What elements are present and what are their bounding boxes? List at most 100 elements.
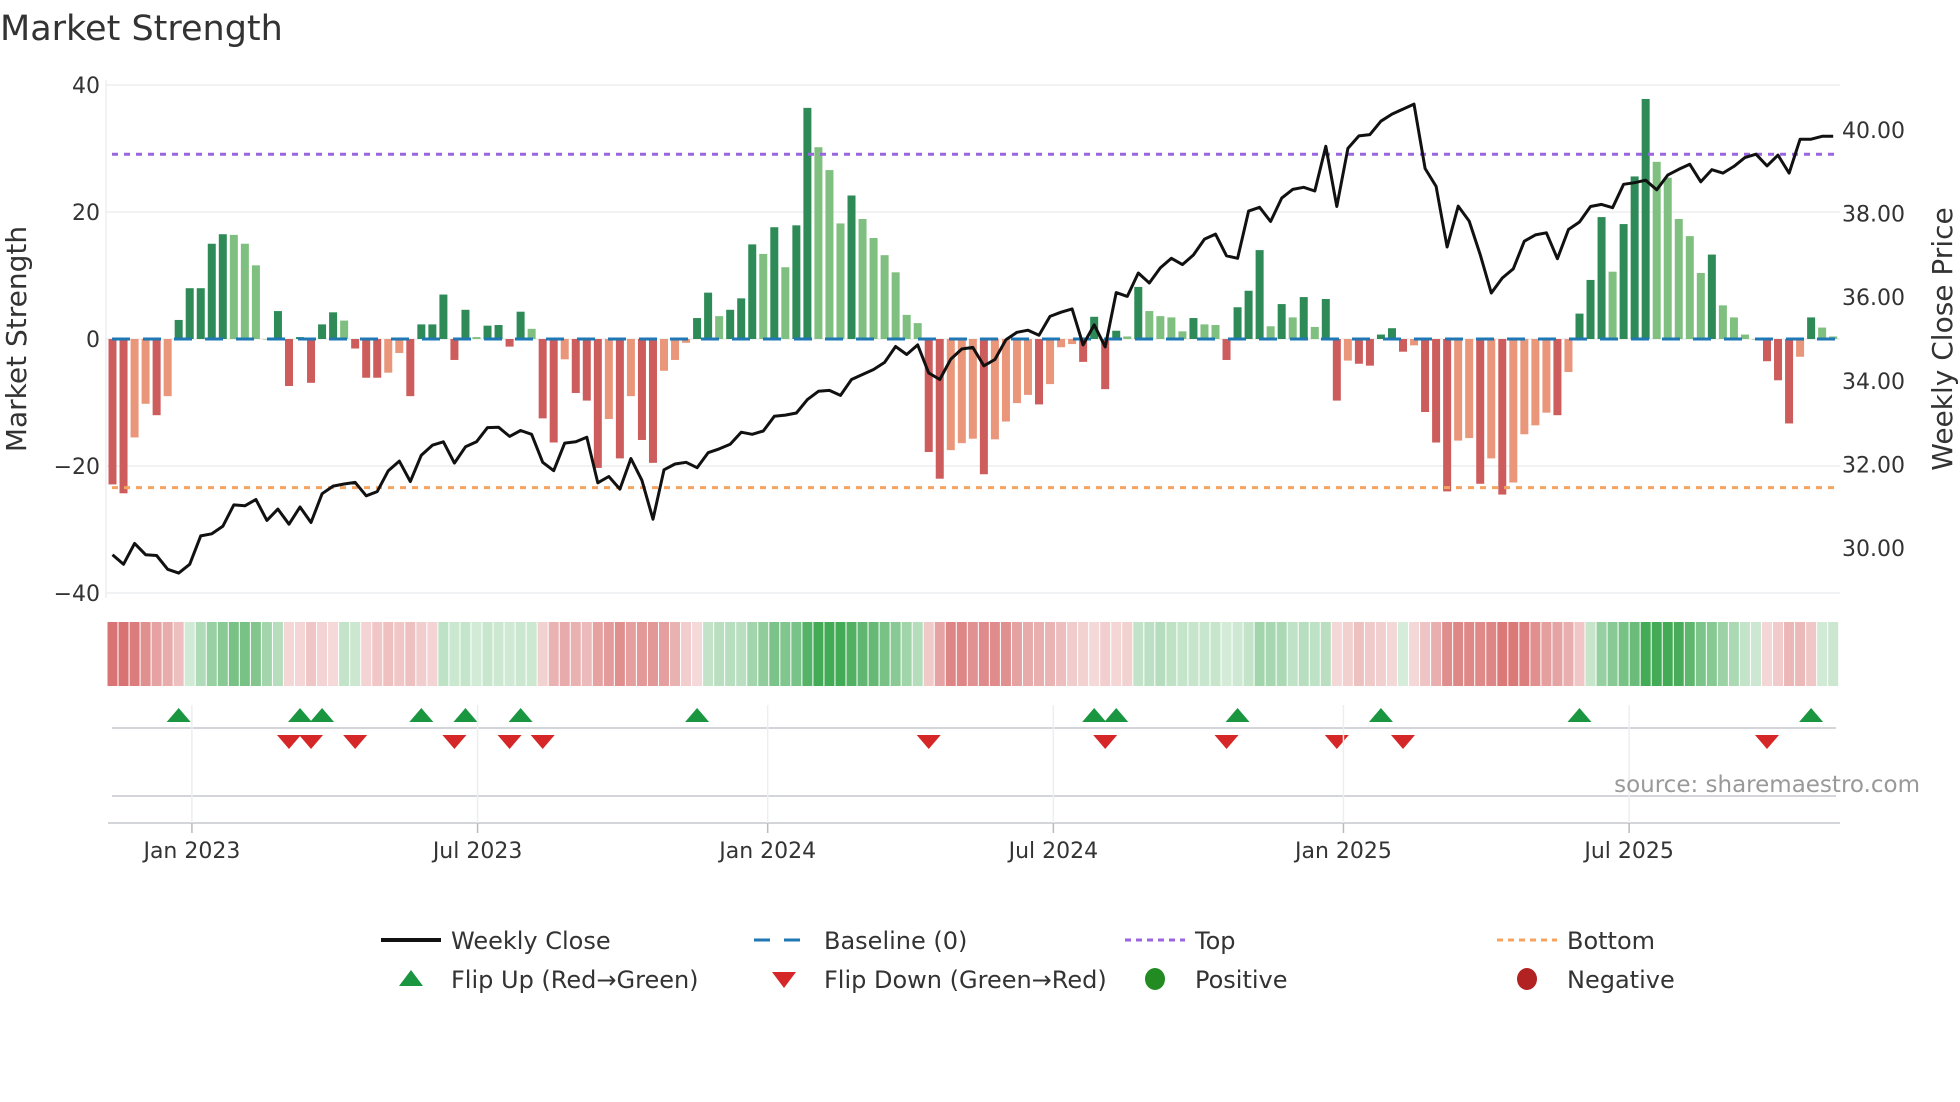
strength-bar bbox=[1288, 317, 1297, 339]
strip-cell bbox=[636, 622, 647, 686]
strip-cell bbox=[228, 622, 239, 686]
negative-dot-icon bbox=[1517, 968, 1537, 990]
source-label: source: sharemaestro.com bbox=[1614, 772, 1920, 798]
strip-cell bbox=[1828, 622, 1839, 686]
right-axis-title: Weekly Close Price bbox=[1926, 207, 1959, 470]
strip-cell bbox=[129, 622, 140, 686]
strip-cell bbox=[173, 622, 184, 686]
flip-up-marker bbox=[1567, 708, 1592, 722]
strength-bar bbox=[913, 323, 922, 339]
flip-down-marker bbox=[916, 735, 941, 749]
legend-label: Flip Down (Green→Red) bbox=[824, 966, 1107, 994]
strength-bar bbox=[538, 339, 547, 419]
strip-cell bbox=[670, 622, 681, 686]
y2-tick-label: 38.00 bbox=[1842, 203, 1905, 228]
strength-bar bbox=[604, 339, 613, 420]
strength-bar bbox=[1454, 339, 1463, 441]
strength-bar bbox=[792, 225, 801, 339]
strength-bar bbox=[1796, 339, 1805, 357]
strip-cell bbox=[835, 622, 846, 686]
strip-cell bbox=[681, 622, 692, 686]
strip-cell bbox=[1651, 622, 1662, 686]
strip-cell bbox=[1706, 622, 1717, 686]
strip-cell bbox=[769, 622, 780, 686]
strip-cell bbox=[1078, 622, 1089, 686]
x-tick-label: Jul 2023 bbox=[431, 839, 523, 864]
strip-cell bbox=[912, 622, 923, 686]
strip-cell bbox=[405, 622, 416, 686]
strip-cell bbox=[482, 622, 493, 686]
strength-bar bbox=[1586, 279, 1595, 339]
flip-down-marker bbox=[276, 735, 301, 749]
strip-cell bbox=[317, 622, 328, 686]
strength-heat-strip bbox=[107, 622, 1839, 686]
strip-cell bbox=[1188, 622, 1199, 686]
flip-down-marker bbox=[1093, 735, 1118, 749]
strip-cell bbox=[1662, 622, 1673, 686]
strip-cell bbox=[1607, 622, 1618, 686]
strength-bar bbox=[108, 339, 117, 485]
strength-bar bbox=[1244, 290, 1253, 339]
strength-bar bbox=[1718, 305, 1727, 339]
strength-bar bbox=[869, 238, 878, 339]
legend-label: Weekly Close bbox=[451, 927, 611, 955]
legend-label: Baseline (0) bbox=[824, 927, 967, 955]
strength-bar bbox=[362, 339, 371, 378]
flip-up-marker bbox=[453, 708, 478, 722]
strip-cell bbox=[901, 622, 912, 686]
strip-cell bbox=[791, 622, 802, 686]
strip-cell bbox=[857, 622, 868, 686]
strip-cell bbox=[416, 622, 427, 686]
strength-bar bbox=[1222, 339, 1231, 360]
strength-bar bbox=[1189, 318, 1198, 339]
flip-up-marker bbox=[310, 708, 335, 722]
strength-bar bbox=[185, 288, 194, 339]
strip-cell bbox=[438, 622, 449, 686]
flip-up-marker bbox=[685, 708, 710, 722]
flip-up-marker bbox=[1225, 708, 1250, 722]
strip-cell bbox=[1155, 622, 1166, 686]
strip-cell bbox=[1045, 622, 1056, 686]
flip-up-marker bbox=[1368, 708, 1393, 722]
strength-bar bbox=[218, 234, 227, 339]
strength-bar bbox=[648, 339, 657, 463]
strength-bar bbox=[1696, 272, 1705, 339]
flip-up-marker bbox=[1082, 708, 1107, 722]
strip-cell bbox=[614, 622, 625, 686]
flip-down-marker bbox=[1755, 735, 1779, 749]
strip-cell bbox=[140, 622, 151, 686]
strength-bar bbox=[1531, 339, 1540, 426]
strength-bar bbox=[957, 339, 966, 444]
strip-cell bbox=[1817, 622, 1828, 686]
strip-cell bbox=[1420, 622, 1431, 686]
y-tick-label: 40 bbox=[72, 74, 100, 99]
strength-bar bbox=[1145, 311, 1154, 339]
y2-tick-label: 34.00 bbox=[1842, 370, 1905, 395]
strip-cell bbox=[1022, 622, 1033, 686]
flip-up-marker bbox=[166, 708, 191, 722]
strength-bar bbox=[284, 339, 293, 386]
strip-cell bbox=[394, 622, 405, 686]
strip-cell bbox=[1431, 622, 1442, 686]
strip-cell bbox=[1684, 622, 1695, 686]
strength-bar bbox=[704, 292, 713, 339]
strength-bar bbox=[924, 339, 933, 453]
strip-cell bbox=[118, 622, 129, 686]
strip-cell bbox=[239, 622, 250, 686]
strip-cell bbox=[1331, 622, 1342, 686]
strip-cell bbox=[592, 622, 603, 686]
strip-cell bbox=[206, 622, 217, 686]
strength-bar bbox=[251, 265, 260, 339]
strip-cell bbox=[1122, 622, 1133, 686]
strength-bar bbox=[1167, 317, 1176, 339]
y2-tick-label: 32.00 bbox=[1842, 453, 1905, 478]
strip-cell bbox=[1320, 622, 1331, 686]
strength-bar bbox=[693, 318, 702, 339]
strength-bar bbox=[1421, 339, 1430, 413]
strength-bar bbox=[748, 244, 757, 339]
strip-cell bbox=[295, 622, 306, 686]
strip-cell bbox=[570, 622, 581, 686]
strength-bar bbox=[560, 339, 569, 360]
strip-cell bbox=[526, 622, 537, 686]
strength-bar bbox=[417, 324, 426, 339]
